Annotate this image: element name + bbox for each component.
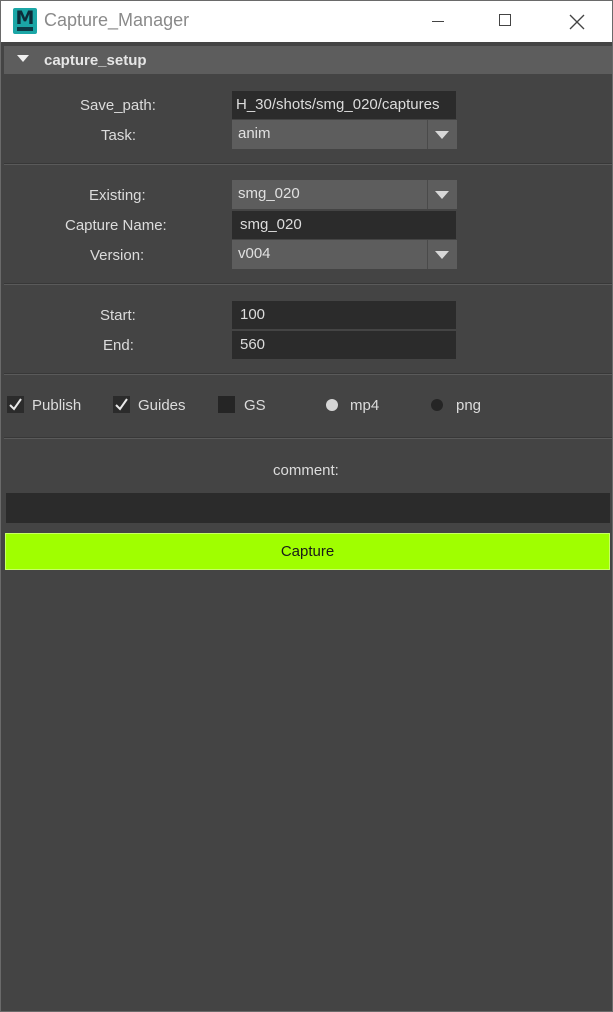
start-label: Start: [100, 307, 136, 324]
gs-label[interactable]: GS [244, 397, 266, 414]
chevron-down-icon [435, 131, 449, 139]
maya-app-icon: M [13, 7, 37, 34]
png-label[interactable]: png [456, 397, 481, 414]
minimize-button[interactable] [415, 1, 461, 42]
checkmark-icon [115, 398, 128, 411]
collapse-triangle-icon[interactable] [17, 55, 29, 62]
close-icon [569, 14, 585, 30]
publish-label[interactable]: Publish [32, 397, 81, 414]
task-dropdown[interactable]: anim [232, 120, 457, 149]
capture-manager-window: M Capture_Manager capture_setup Save_pat… [0, 0, 613, 1012]
task-dropdown-arrow[interactable] [427, 120, 457, 149]
chevron-down-icon [435, 251, 449, 259]
version-dropdown[interactable]: v004 [232, 240, 457, 269]
version-dropdown-value: v004 [238, 245, 271, 262]
title-bar[interactable]: M Capture_Manager [1, 1, 612, 42]
divider [4, 373, 612, 375]
divider [4, 283, 612, 285]
version-label: Version: [90, 247, 145, 264]
version-dropdown-arrow[interactable] [427, 240, 457, 269]
mp4-label[interactable]: mp4 [350, 397, 379, 414]
existing-dropdown[interactable]: smg_020 [232, 180, 457, 209]
capture-name-field[interactable]: smg_020 [232, 211, 456, 239]
app-icon-base [17, 27, 33, 31]
comment-label: comment: [273, 462, 339, 479]
close-button[interactable] [554, 1, 600, 42]
maximize-icon [499, 14, 511, 26]
minimize-icon [432, 21, 444, 22]
task-label: Task: [101, 127, 137, 144]
guides-checkbox[interactable] [113, 396, 130, 413]
start-frame-field[interactable]: 100 [232, 301, 456, 329]
existing-dropdown-value: smg_020 [238, 185, 300, 202]
checkmark-icon [9, 398, 22, 411]
existing-label: Existing: [89, 187, 146, 204]
guides-label[interactable]: Guides [138, 397, 186, 414]
save-path-field[interactable]: H_30/shots/smg_020/captures [232, 91, 456, 119]
existing-dropdown-arrow[interactable] [427, 180, 457, 209]
maximize-button[interactable] [483, 1, 529, 42]
task-dropdown-value: anim [238, 125, 271, 142]
end-label: End: [103, 337, 134, 354]
capture-setup-section-header[interactable]: capture_setup [4, 46, 612, 74]
capture-button[interactable]: Capture [5, 533, 610, 570]
end-frame-field[interactable]: 560 [232, 331, 456, 359]
section-title: capture_setup [44, 52, 147, 69]
divider [4, 163, 612, 165]
gs-checkbox[interactable] [218, 396, 235, 413]
capture-name-label: Capture Name: [65, 217, 167, 234]
window-title: Capture_Manager [44, 10, 190, 30]
mp4-radio[interactable] [326, 399, 338, 411]
publish-checkbox[interactable] [7, 396, 24, 413]
save-path-label: Save_path: [80, 97, 156, 114]
chevron-down-icon [435, 191, 449, 199]
divider [4, 437, 612, 439]
png-radio[interactable] [431, 399, 443, 411]
app-icon-letter: M [15, 7, 35, 29]
comment-field[interactable] [6, 493, 610, 523]
